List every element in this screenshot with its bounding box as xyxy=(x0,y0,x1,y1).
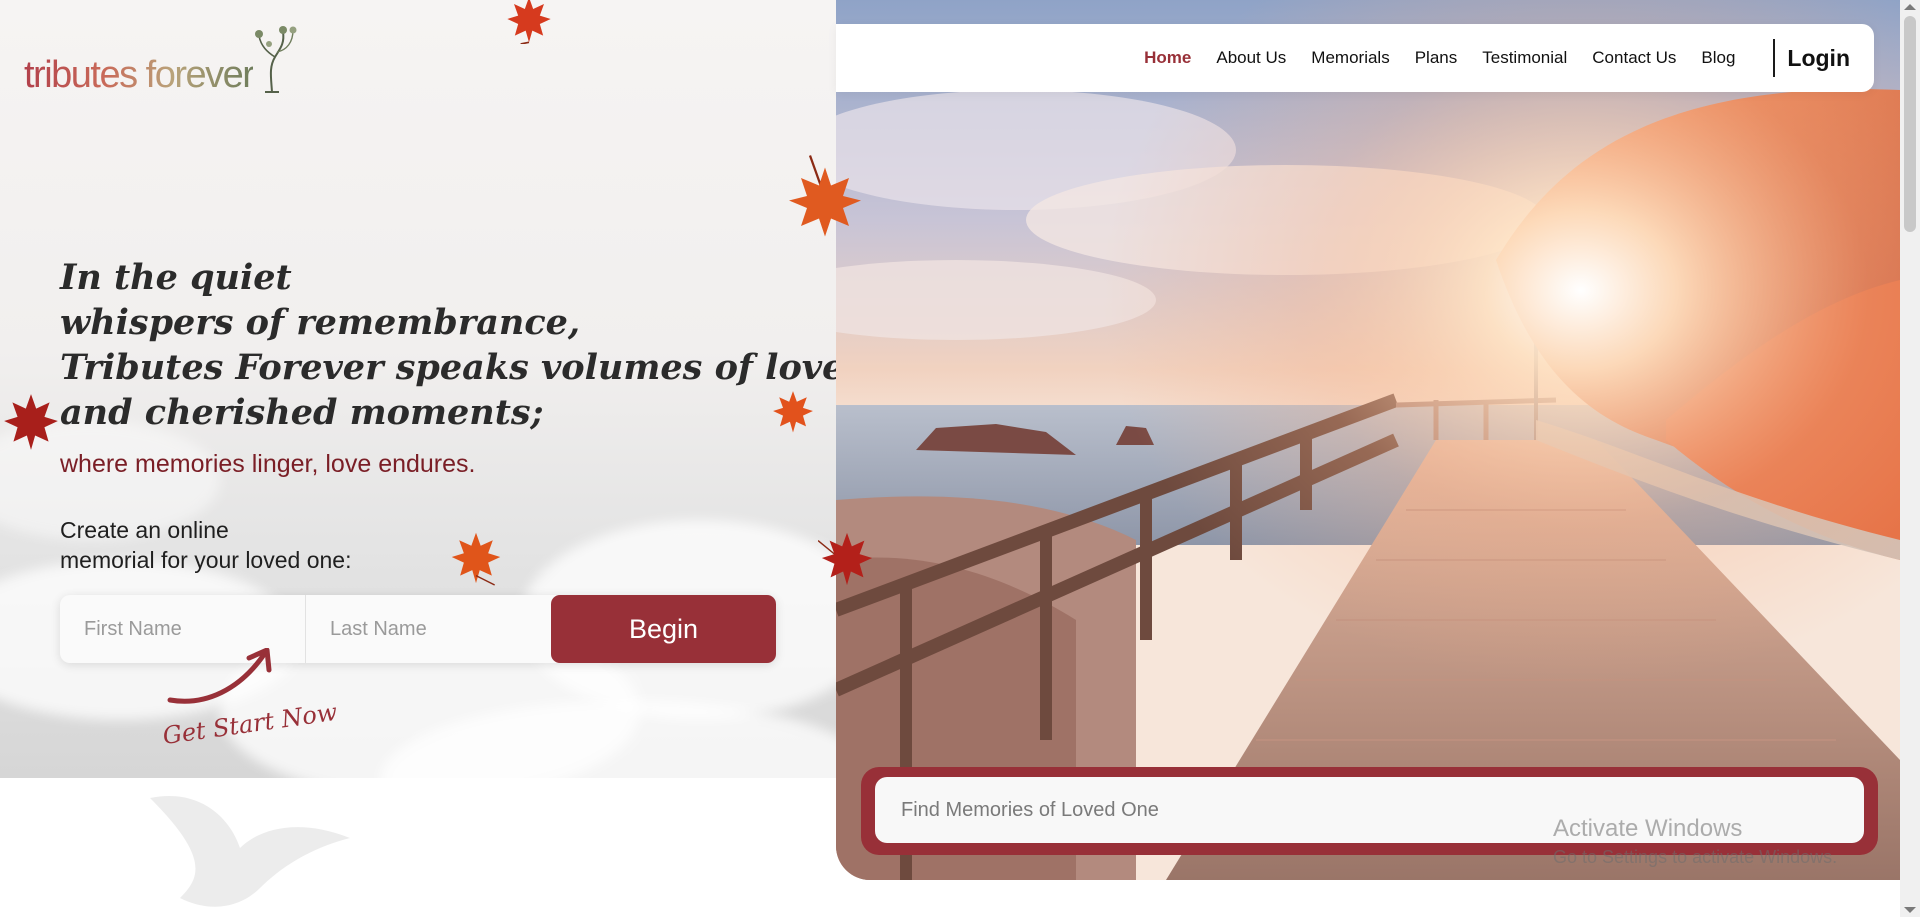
below-fold-area xyxy=(0,778,836,917)
nav-blog[interactable]: Blog xyxy=(1701,48,1735,68)
nav-home[interactable]: Home xyxy=(1144,48,1191,68)
site-logo[interactable]: tributes forever xyxy=(24,22,297,94)
login-link[interactable]: Login xyxy=(1787,45,1850,72)
begin-button[interactable]: Begin xyxy=(551,595,776,663)
maple-leaf-icon xyxy=(818,532,873,586)
nav-memorials[interactable]: Memorials xyxy=(1311,48,1389,68)
page-scrollbar[interactable] xyxy=(1900,0,1920,917)
hero-tagline: where memories linger, love endures. xyxy=(60,450,476,478)
logo-text: tributes forever xyxy=(24,54,254,96)
tree-face-icon xyxy=(255,26,297,93)
main-navbar: Home About Us Memorials Plans Testimonia… xyxy=(836,24,1874,92)
hero-headline: In the quiet whispers of remembrance, Tr… xyxy=(60,255,844,435)
maple-leaf-icon xyxy=(789,155,861,237)
scroll-down-icon[interactable] xyxy=(1904,907,1916,913)
maple-leaf-icon xyxy=(4,394,58,450)
nav-divider xyxy=(1773,39,1776,77)
create-memorial-text: Create an online memorial for your loved… xyxy=(60,517,352,573)
dove-icon xyxy=(150,796,350,907)
hero-photo xyxy=(836,0,1900,880)
nav-testimonial[interactable]: Testimonial xyxy=(1482,48,1567,68)
maple-leaf-icon xyxy=(773,391,813,433)
boardwalk-sunset-image xyxy=(836,0,1900,880)
scroll-up-icon[interactable] xyxy=(1904,4,1916,10)
scroll-thumb[interactable] xyxy=(1904,16,1916,232)
maple-leaf-icon xyxy=(507,0,551,44)
maple-leaf-icon xyxy=(451,532,501,586)
nav-about-us[interactable]: About Us xyxy=(1216,48,1286,68)
headline-line: In the quiet xyxy=(60,257,292,298)
headline-line: and cherished moments; xyxy=(60,392,544,433)
activate-windows-watermark: Activate Windows Go to Settings to activ… xyxy=(1553,815,1838,867)
nav-contact-us[interactable]: Contact Us xyxy=(1592,48,1676,68)
headline-line: whispers of remembrance, xyxy=(60,302,581,343)
nav-plans[interactable]: Plans xyxy=(1415,48,1458,68)
headline-line: Tributes Forever speaks volumes of love xyxy=(60,347,845,388)
last-name-input[interactable] xyxy=(306,595,551,663)
